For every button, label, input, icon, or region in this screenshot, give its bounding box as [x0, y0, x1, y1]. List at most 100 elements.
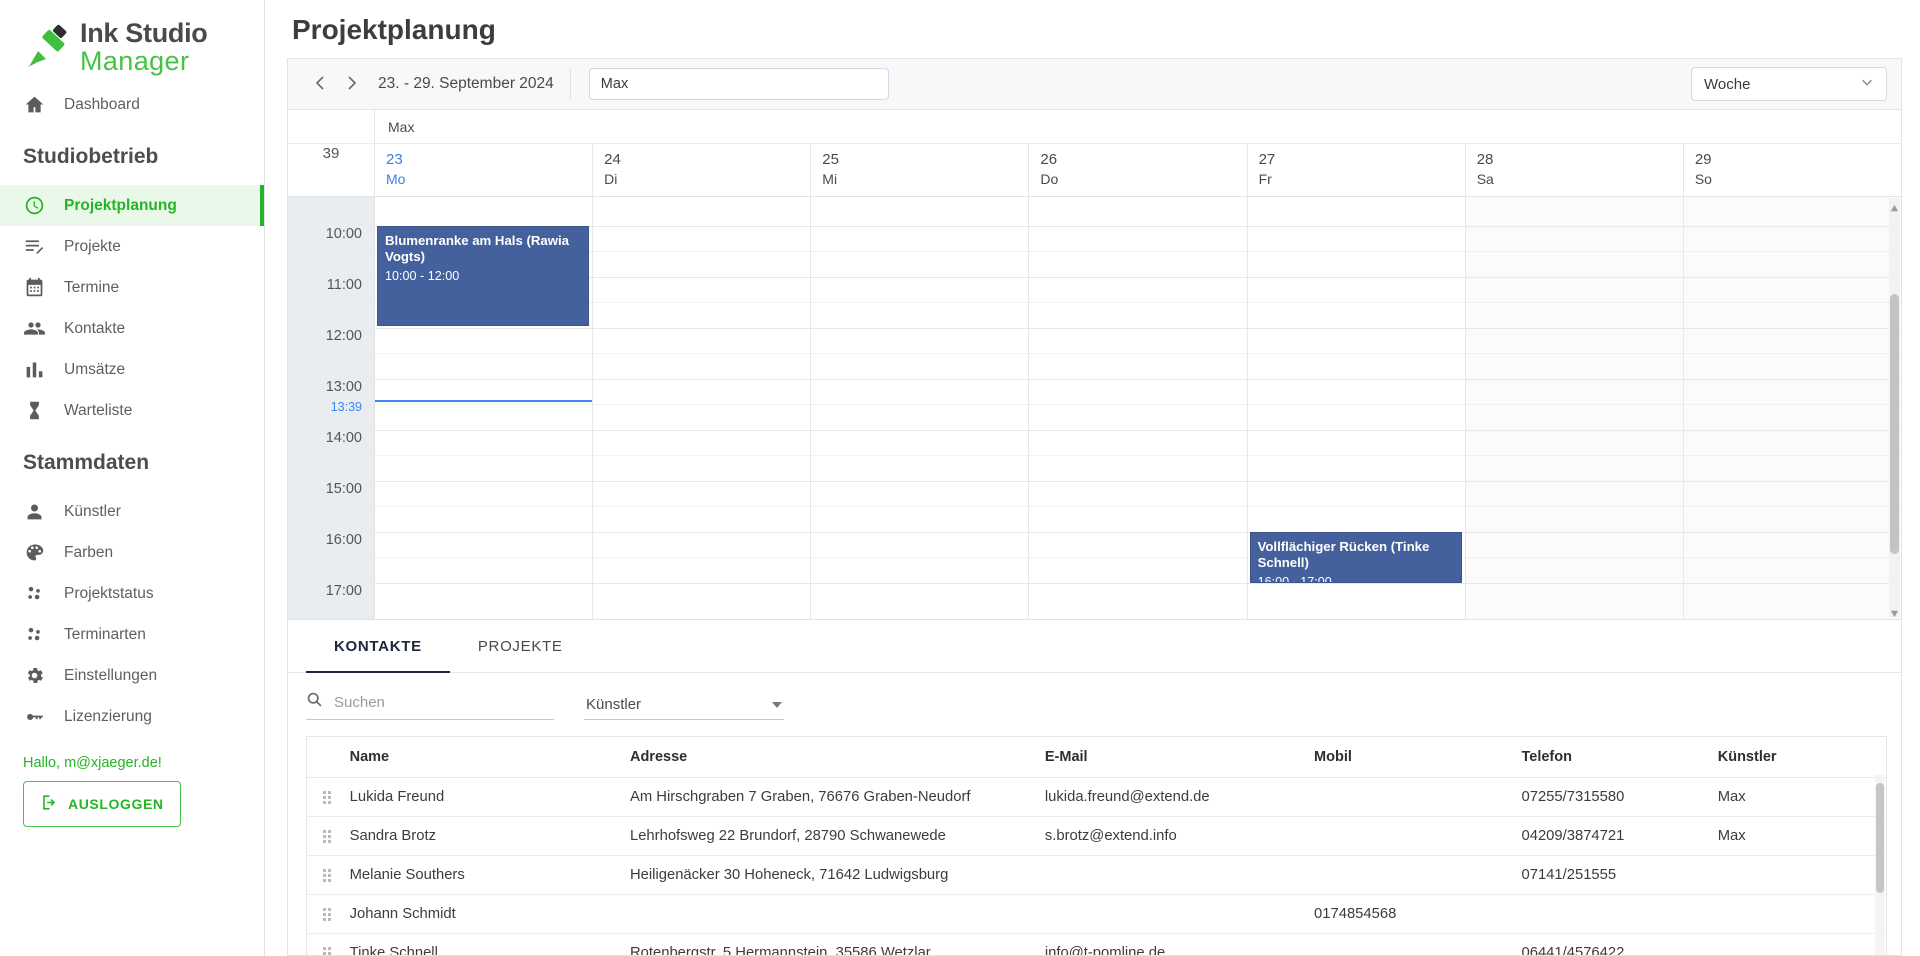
day-header-25[interactable]: 25 Mi: [811, 144, 1029, 196]
calendar-view-value: Woche: [1704, 76, 1750, 93]
sidebar-item-farben[interactable]: Farben: [0, 532, 264, 573]
sidebar-item-label: Dashboard: [64, 96, 140, 114]
day-number: 23: [386, 151, 592, 170]
table-row[interactable]: Tinke Schnell Rotenbergstr. 5 Hermannste…: [307, 934, 1886, 956]
day-column-24[interactable]: [593, 197, 811, 619]
tab-label: PROJEKTE: [478, 638, 563, 655]
search-icon: [306, 691, 334, 713]
artist-filter-label: Künstler: [586, 696, 641, 713]
day-header-23[interactable]: 23 Mo: [375, 144, 593, 196]
table-scrollbar[interactable]: [1875, 775, 1885, 955]
cell-adresse: Heiligenäcker 30 Hoheneck, 71642 Ludwigs…: [630, 856, 1045, 895]
search-field[interactable]: [306, 691, 554, 720]
scroll-down-arrow-icon[interactable]: [1890, 605, 1899, 615]
sidebar-item-projekte[interactable]: Projekte: [0, 226, 264, 267]
row-drag-handle[interactable]: [307, 778, 350, 817]
cell-name: Melanie Southers: [350, 856, 630, 895]
cell-telefon: 04209/3874721: [1521, 817, 1717, 856]
cell-mobil: [1314, 856, 1521, 895]
day-header-26[interactable]: 26 Do: [1029, 144, 1247, 196]
event-time: 16:00 - 17:00: [1258, 575, 1454, 583]
cell-telefon: [1521, 895, 1717, 934]
calendar-header-rows: Max 39 23 Mo 24 Di 25: [288, 110, 1901, 197]
day-column-23[interactable]: Blumenranke am Hals (Rawia Vogts) 10:00 …: [375, 197, 593, 619]
sidebar-item-terminarten[interactable]: Terminarten: [0, 614, 264, 655]
calendar-scrollbar[interactable]: [1889, 198, 1900, 617]
day-column-25[interactable]: [811, 197, 1029, 619]
cell-name: Lukida Freund: [350, 778, 630, 817]
calendar-artist-input[interactable]: [589, 68, 889, 100]
row-drag-handle[interactable]: [307, 817, 350, 856]
day-header-27[interactable]: 27 Fr: [1248, 144, 1466, 196]
day-column-29[interactable]: [1684, 197, 1901, 619]
cell-mobil: 0174854568: [1314, 895, 1521, 934]
sidebar-item-dashboard[interactable]: Dashboard: [0, 84, 264, 125]
row-drag-handle[interactable]: [307, 895, 350, 934]
date-range-label: 23. - 29. September 2024: [378, 75, 554, 93]
sidebar-item-kontakte[interactable]: Kontakte: [0, 308, 264, 349]
sidebar-item-label: Umsätze: [64, 361, 125, 379]
day-header-29[interactable]: 29 So: [1684, 144, 1901, 196]
sidebar-item-termine[interactable]: Termine: [0, 267, 264, 308]
sidebar-item-warteliste[interactable]: Warteliste: [0, 390, 264, 431]
hourglass-icon: [23, 399, 46, 422]
artist-filter-select[interactable]: Künstler: [584, 696, 784, 720]
tab-projekte[interactable]: PROJEKTE: [450, 620, 591, 672]
home-icon: [23, 93, 46, 116]
time-label: 15:00: [326, 481, 362, 497]
table-row[interactable]: Sandra Brotz Lehrhofsweg 22 Brundorf, 28…: [307, 817, 1886, 856]
column-kuenstler: Künstler: [1718, 737, 1886, 778]
sidebar-item-label: Warteliste: [64, 402, 132, 420]
calendar-event[interactable]: Vollflächiger Rücken (Tinke Schnell) 16:…: [1250, 532, 1462, 583]
cell-email: info@t-pomline.de: [1045, 934, 1314, 956]
column-telefon: Telefon: [1521, 737, 1717, 778]
bar-chart-icon: [23, 358, 46, 381]
day-header-24[interactable]: 24 Di: [593, 144, 811, 196]
table-row[interactable]: Melanie Southers Heiligenäcker 30 Hohene…: [307, 856, 1886, 895]
table-header: Name Adresse E-Mail Mobil Telefon Künstl…: [307, 737, 1886, 778]
person-icon: [23, 500, 46, 523]
sidebar-item-einstellungen[interactable]: Einstellungen: [0, 655, 264, 696]
scroll-up-arrow-icon[interactable]: [1890, 200, 1899, 210]
calendar-icon: [23, 276, 46, 299]
greeting-text: Hallo, m@xjaeger.de!: [23, 755, 264, 771]
sidebar-item-label: Projekte: [64, 238, 121, 256]
logout-button[interactable]: AUSLOGGEN: [23, 781, 181, 827]
calendar-artist-name: Max: [375, 110, 1901, 143]
table-row[interactable]: Lukida Freund Am Hirschgraben 7 Graben, …: [307, 778, 1886, 817]
table-scrollbar-thumb[interactable]: [1876, 783, 1884, 893]
calendar-scroll-area[interactable]: 10:00 11:00 12:00 13:00 13:39 14:00 15:0…: [288, 197, 1901, 619]
calendar-view-select[interactable]: Woche: [1691, 67, 1887, 101]
logo-line-1: Ink Studio: [80, 20, 208, 47]
prev-week-button[interactable]: [306, 69, 336, 99]
sidebar-item-projektplanung[interactable]: Projektplanung: [0, 185, 264, 226]
sidebar-item-kuenstler[interactable]: Künstler: [0, 491, 264, 532]
search-input[interactable]: [334, 694, 554, 711]
cell-mobil: [1314, 817, 1521, 856]
palette-icon: [23, 541, 46, 564]
column-mobil: Mobil: [1314, 737, 1521, 778]
tab-kontakte[interactable]: KONTAKTE: [306, 620, 450, 672]
next-week-button[interactable]: [336, 69, 366, 99]
sidebar-item-label: Termine: [64, 279, 119, 297]
time-label: 14:00: [326, 430, 362, 446]
sidebar-item-lizenzierung[interactable]: Lizenzierung: [0, 696, 264, 737]
sidebar-item-projektstatus[interactable]: Projektstatus: [0, 573, 264, 614]
column-drag-handle: [307, 737, 350, 778]
app-logo: Ink Studio Manager: [0, 0, 264, 84]
calendar-scrollbar-thumb[interactable]: [1890, 294, 1899, 554]
day-header-28[interactable]: 28 Sa: [1466, 144, 1684, 196]
cell-name: Tinke Schnell: [350, 934, 630, 956]
day-weekday: Do: [1040, 170, 1246, 188]
day-number: 29: [1695, 151, 1901, 170]
row-drag-handle[interactable]: [307, 934, 350, 956]
day-column-26[interactable]: [1029, 197, 1247, 619]
sidebar-item-umsaetze[interactable]: Umsätze: [0, 349, 264, 390]
day-column-28[interactable]: [1466, 197, 1684, 619]
day-column-27[interactable]: Vollflächiger Rücken (Tinke Schnell) 16:…: [1248, 197, 1466, 619]
calendar-event[interactable]: Blumenranke am Hals (Rawia Vogts) 10:00 …: [377, 226, 589, 326]
day-weekday: Mi: [822, 170, 1028, 188]
row-drag-handle[interactable]: [307, 856, 350, 895]
sidebar-item-label: Künstler: [64, 503, 121, 521]
table-row[interactable]: Johann Schmidt 0174854568: [307, 895, 1886, 934]
